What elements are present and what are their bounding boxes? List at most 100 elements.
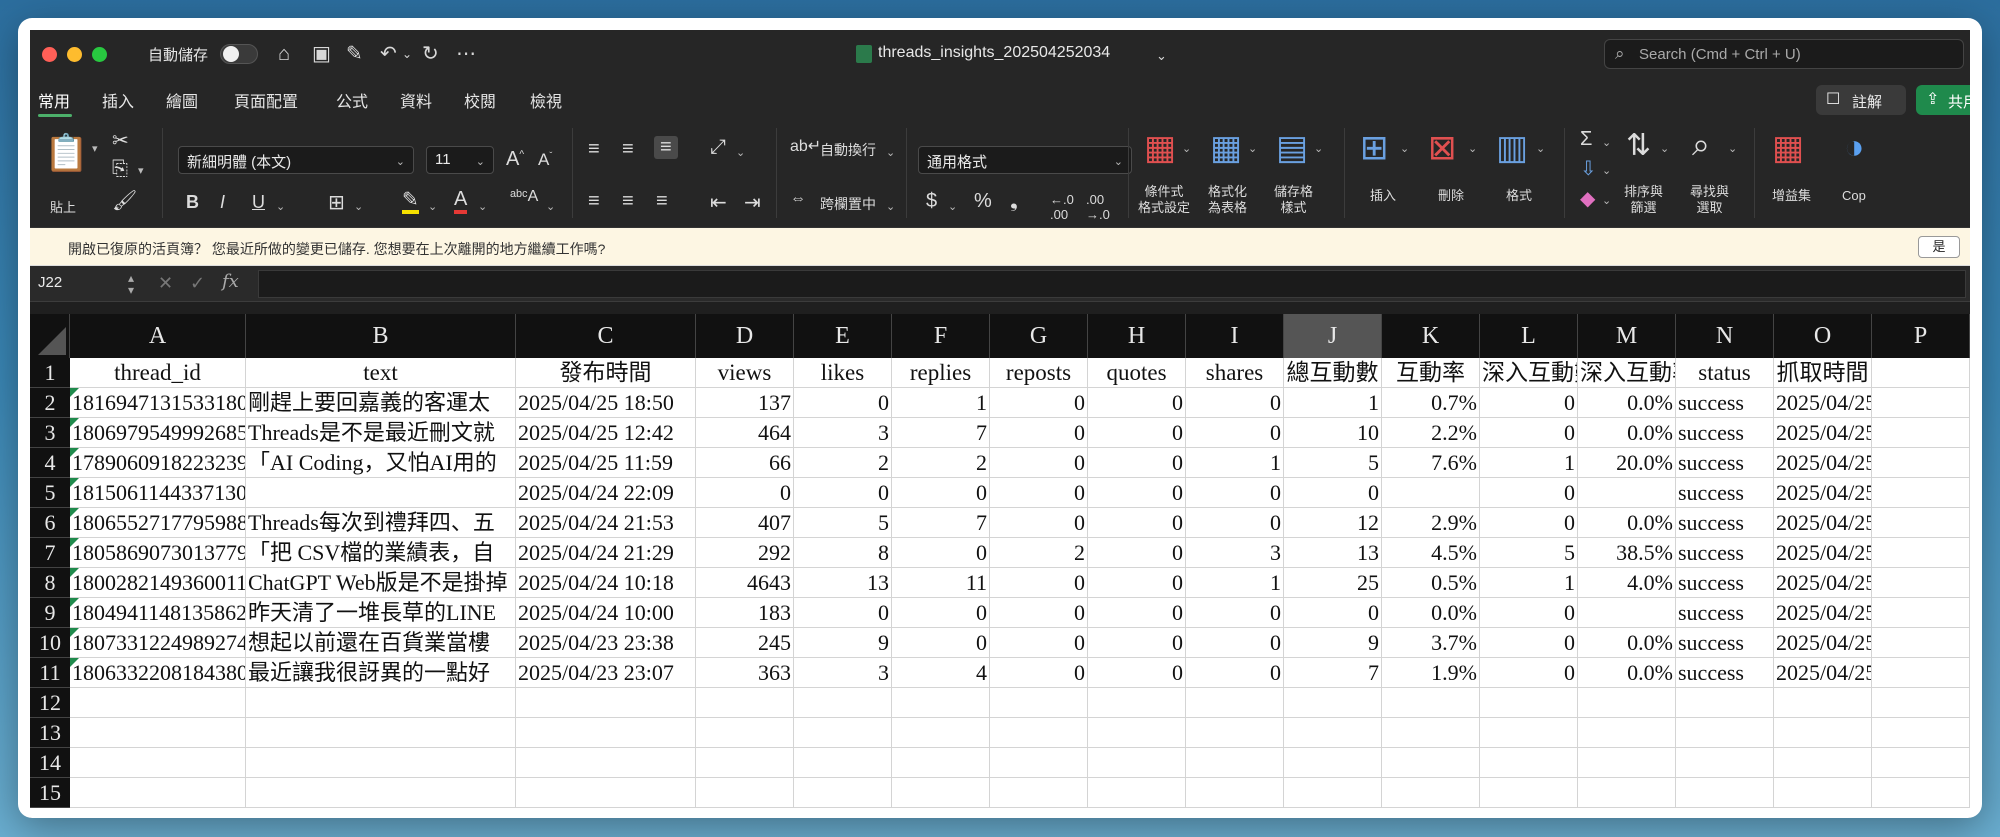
table-cell[interactable] [696, 718, 794, 748]
table-cell[interactable]: 1800282149360011 [70, 568, 246, 598]
table-cell[interactable] [1872, 508, 1970, 538]
fill-dropdown-icon[interactable]: ⌄ [428, 200, 437, 213]
cf-dropdown-icon[interactable]: ⌄ [1182, 142, 1191, 155]
header-cell[interactable]: 互動率 [1382, 358, 1480, 388]
row-header-9[interactable]: 9 [30, 598, 70, 628]
cancel-entry-icon[interactable]: ✕ [158, 273, 173, 294]
table-cell[interactable]: Threads每次到禮拜四、五 [246, 508, 516, 538]
table-cell[interactable]: 1 [1480, 568, 1578, 598]
formula-input[interactable] [258, 270, 1966, 298]
table-cell[interactable] [1872, 778, 1970, 808]
close-window-button[interactable] [42, 47, 57, 62]
table-cell[interactable]: 1806979549992685 [70, 418, 246, 448]
tab-home[interactable]: 常用 [38, 88, 70, 112]
decrease-indent-icon[interactable]: ⇤ [710, 190, 727, 215]
table-cell[interactable] [892, 688, 990, 718]
table-cell[interactable]: 0 [794, 598, 892, 628]
table-cell[interactable] [1872, 538, 1970, 568]
table-cell[interactable]: 1 [1480, 448, 1578, 478]
table-cell[interactable]: 1789060918223239 [70, 448, 246, 478]
table-cell[interactable] [1578, 718, 1676, 748]
table-cell[interactable] [794, 688, 892, 718]
table-cell[interactable]: 1 [892, 388, 990, 418]
table-cell[interactable] [1088, 778, 1186, 808]
header-cell[interactable]: text [246, 358, 516, 388]
table-cell[interactable]: 0 [990, 568, 1088, 598]
table-cell[interactable]: 2025/04/24 22:09 [516, 478, 696, 508]
search-box[interactable]: ⌕ Search (Cmd + Ctrl + U) [1604, 39, 1964, 69]
table-cell[interactable]: 1 [1186, 448, 1284, 478]
comma-style-icon[interactable]: ❟ [1010, 190, 1018, 213]
table-cell[interactable]: 2 [990, 538, 1088, 568]
table-cell[interactable] [1872, 418, 1970, 448]
tab-insert[interactable]: 插入 [102, 88, 134, 112]
column-header-a[interactable]: A [70, 314, 246, 358]
copilot-icon[interactable]: ◑ [1844, 128, 1865, 167]
table-cell[interactable]: 10 [1284, 418, 1382, 448]
table-cell[interactable]: 3 [1186, 538, 1284, 568]
delete-label[interactable]: 刪除 [1438, 188, 1464, 204]
table-cell[interactable]: 0 [990, 658, 1088, 688]
header-cell[interactable]: reposts [990, 358, 1088, 388]
row-header-4[interactable]: 4 [30, 448, 70, 478]
addins-icon[interactable]: ▦ [1772, 128, 1804, 168]
row-header-7[interactable]: 7 [30, 538, 70, 568]
table-cell[interactable]: 剛趕上要回嘉義的客運太 [246, 388, 516, 418]
table-cell[interactable] [1088, 748, 1186, 778]
table-cell[interactable]: 4.0% [1578, 568, 1676, 598]
table-cell[interactable]: 0 [1480, 628, 1578, 658]
table-cell[interactable]: 0 [990, 448, 1088, 478]
autosum-icon[interactable]: Σ [1580, 128, 1592, 151]
align-bottom-icon[interactable]: ≡ [654, 136, 678, 159]
table-cell[interactable] [696, 688, 794, 718]
table-cell[interactable] [1872, 478, 1970, 508]
table-cell[interactable]: 「把 CSV檔的業績表，自 [246, 538, 516, 568]
table-cell[interactable]: 最近讓我很訝異的一點好 [246, 658, 516, 688]
table-cell[interactable] [1578, 778, 1676, 808]
paste-label[interactable]: 貼上 [50, 200, 76, 216]
paste-dropdown-icon[interactable]: ▾ [92, 142, 98, 155]
orientation-dropdown-icon[interactable]: ⌄ [736, 146, 745, 159]
undo-dropdown-icon[interactable]: ⌄ [402, 42, 412, 66]
wrap-dropdown-icon[interactable]: ⌄ [886, 146, 895, 159]
table-cell[interactable]: 2025/04/25 20:34 [1774, 568, 1872, 598]
column-header-l[interactable]: L [1480, 314, 1578, 358]
table-cell[interactable] [794, 748, 892, 778]
orientation-icon[interactable]: ⤢ [710, 136, 726, 159]
table-cell[interactable]: 0 [794, 478, 892, 508]
table-cell[interactable] [1480, 748, 1578, 778]
table-cell[interactable] [516, 718, 696, 748]
find-dropdown-icon[interactable]: ⌄ [1728, 142, 1737, 155]
table-cell[interactable] [1872, 718, 1970, 748]
conditional-formatting-label[interactable]: 條件式 格式設定 [1138, 184, 1190, 216]
table-cell[interactable]: 4.5% [1382, 538, 1480, 568]
table-cell[interactable]: 0 [990, 478, 1088, 508]
insert-dropdown-icon[interactable]: ⌄ [1400, 142, 1409, 155]
save-icon[interactable]: ▣ [312, 42, 331, 66]
table-cell[interactable]: 「AI Coding，又怕AI用的 [246, 448, 516, 478]
table-cell[interactable]: 2025/04/25 20:34 [1774, 538, 1872, 568]
table-cell[interactable] [1774, 688, 1872, 718]
table-cell[interactable]: 13 [1284, 538, 1382, 568]
table-cell[interactable] [1480, 718, 1578, 748]
table-cell[interactable]: 7 [892, 418, 990, 448]
row-header-8[interactable]: 8 [30, 568, 70, 598]
cell-styles-label[interactable]: 儲存格 樣式 [1274, 184, 1313, 216]
table-cell[interactable]: 7 [1284, 658, 1382, 688]
table-cell[interactable]: 0 [1480, 658, 1578, 688]
fat-dropdown-icon[interactable]: ⌄ [1248, 142, 1257, 155]
header-cell[interactable]: 發布時間 [516, 358, 696, 388]
find-select-icon[interactable]: ⌕ [1692, 126, 1710, 164]
cs-dropdown-icon[interactable]: ⌄ [1314, 142, 1323, 155]
table-cell[interactable]: 245 [696, 628, 794, 658]
column-header-d[interactable]: D [696, 314, 794, 358]
tab-view[interactable]: 檢視 [530, 88, 562, 112]
tab-page-layout[interactable]: 頁面配置 [234, 88, 298, 112]
table-cell[interactable] [1480, 688, 1578, 718]
table-cell[interactable]: success [1676, 568, 1774, 598]
table-cell[interactable]: 363 [696, 658, 794, 688]
increase-font-icon[interactable]: A^ [506, 148, 524, 171]
table-cell[interactable]: 3 [794, 658, 892, 688]
align-right-icon[interactable]: ≡ [656, 190, 668, 213]
table-cell[interactable] [246, 478, 516, 508]
